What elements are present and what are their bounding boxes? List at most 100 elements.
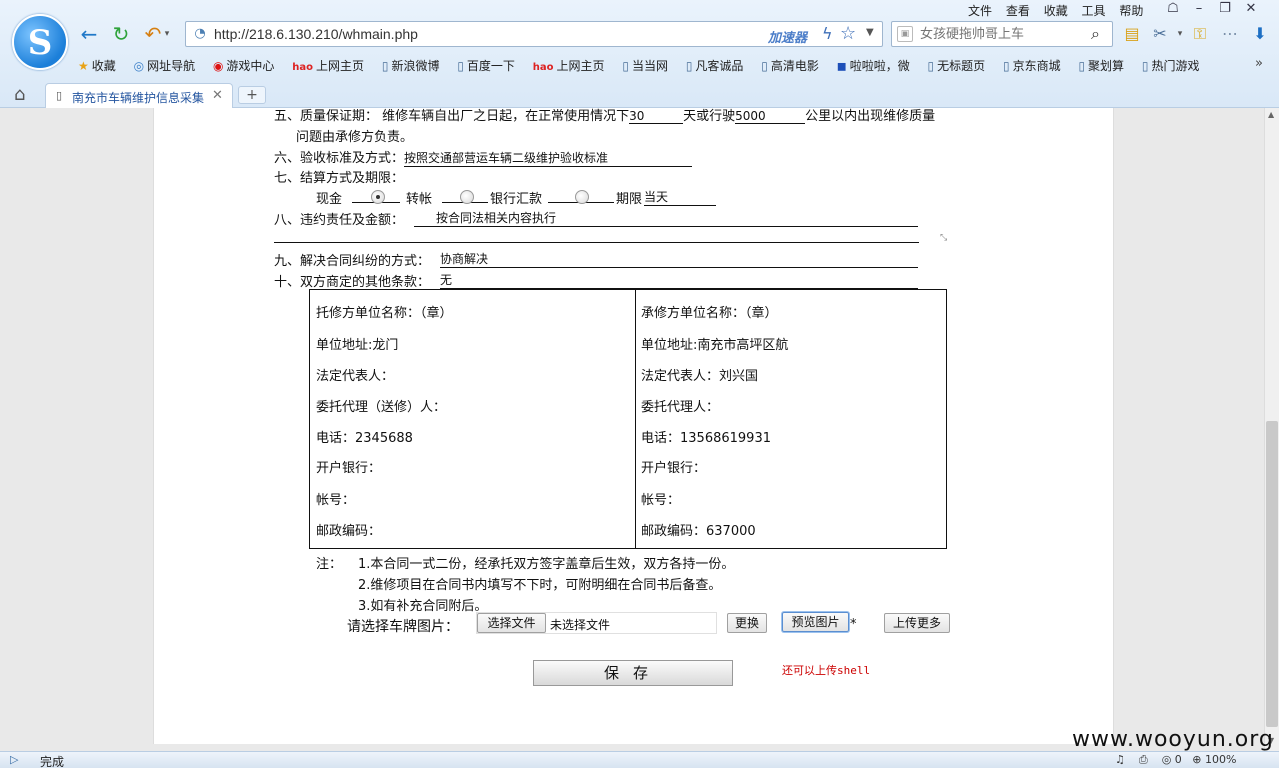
scrollbar-thumb[interactable] (1266, 421, 1278, 727)
window-controls: ☖ – ❐ ✕ (1160, 1, 1264, 16)
bookmark-weibo[interactable]: ▯ 新浪微博 (382, 56, 440, 76)
menu-item-tools[interactable]: 工具 (1082, 2, 1106, 19)
warranty-km-field[interactable]: 5000 (735, 109, 806, 124)
other-terms-field[interactable]: 无 (440, 271, 918, 289)
volume-icon[interactable]: ♫ (1115, 753, 1125, 766)
search-icon[interactable]: ⌕ (1091, 24, 1100, 44)
menu-item-help[interactable]: 帮助 (1119, 2, 1143, 19)
menu-item-file[interactable]: 文件 (968, 2, 992, 19)
clause-5: 五、质量保证期： 维修车辆自出厂之日起，在正常使用情况下30 天或行驶5000 公里… (274, 109, 936, 124)
page-icon: ▯ (457, 59, 464, 73)
bookmark-hd-movies[interactable]: ▯ 高清电影 (761, 56, 819, 76)
scissors-dropdown-icon[interactable]: ▾ (1170, 24, 1190, 44)
choose-file-button[interactable]: 选择文件 (477, 613, 546, 633)
download-icon[interactable]: ⬇ (1250, 24, 1270, 44)
hao-icon: hao (532, 62, 554, 73)
liability-textarea-underline (274, 242, 919, 243)
vertical-scrollbar[interactable]: ▲ ▼ (1264, 108, 1279, 751)
replace-button[interactable]: 更换 (727, 613, 767, 633)
favorite-star-icon[interactable]: ☆ (840, 23, 856, 44)
pay-term-field-wrap: 当天 (644, 188, 716, 206)
close-window-icon[interactable]: ✕ (1238, 1, 1264, 16)
bookmark-hao-home[interactable]: hao 上网主页 (292, 56, 364, 76)
client-phone: 电话：2345688 (316, 431, 413, 446)
repairer-address: 单位地址:南充市高坪区航 (641, 338, 789, 353)
bookmark-hot-games[interactable]: ▯ 热门游戏 (1142, 56, 1200, 76)
key-icon[interactable]: ⚿ (1190, 24, 1210, 44)
bookmark-game-center[interactable]: ◉ 游戏中心 (213, 56, 275, 76)
textarea-resize-icon[interactable]: ⤡ (940, 233, 947, 243)
paw-icon: ◼ (836, 59, 847, 73)
clause-10-label: 十、双方商定的其他条款： (274, 275, 431, 290)
address-bar[interactable]: ◔ http://218.6.130.210/whmain.php 加速器 ϟ … (185, 21, 883, 47)
menu-item-favorites[interactable]: 收藏 (1044, 2, 1068, 19)
pay-transfer-label: 转帐 (406, 192, 433, 207)
bookmark-untitled[interactable]: ▯ 无标题页 (928, 56, 986, 76)
liability-field[interactable]: 按合同法相关内容执行 (414, 209, 918, 227)
status-bar: ▷ 完成 ♫ ⎙ ◎ 0 ⊕ 100% (0, 751, 1279, 769)
clause-9-label: 九、解决合同纠纷的方式： (274, 254, 431, 269)
repairer-agent: 委托代理人： (641, 400, 720, 415)
liability-field-wrap: 按合同法相关内容执行 (414, 209, 918, 227)
menu-item-view[interactable]: 查看 (1006, 2, 1030, 19)
scroll-up-icon[interactable]: ▲ (1268, 110, 1274, 119)
back-arrow-icon[interactable]: ← (78, 23, 100, 45)
pay-transfer-radio[interactable] (460, 190, 474, 204)
printer-icon[interactable]: ⎙ (1139, 753, 1148, 766)
new-tab-button[interactable]: + (238, 86, 266, 104)
address-dropdown-icon[interactable]: ▼ (866, 27, 874, 38)
search-engine-icon[interactable]: ▣ (897, 26, 913, 42)
acceptance-standard-field[interactable]: 按照交通部营运车辆二级维护验收标准 (404, 149, 693, 167)
note-1: 1.本合同一式二份，经承托双方签字盖章后生效，双方各持一份。 (358, 557, 735, 572)
blocked-count: 0 (1174, 753, 1182, 766)
zoom-level[interactable]: 100% (1205, 753, 1236, 766)
repairer-bank: 开户银行： (641, 461, 707, 476)
undo-dropdown-icon[interactable]: ▾ (162, 23, 172, 45)
repairer-postcode: 邮政编码：637000 (641, 524, 756, 539)
restore-icon[interactable]: ❐ (1212, 1, 1238, 16)
bookmark-dangdang[interactable]: ▯ 当当网 (622, 56, 668, 76)
upload-more-button[interactable]: 上传更多 (884, 613, 950, 633)
clause-5-line2: 问题由承修方负责。 (296, 130, 414, 145)
pay-term-field[interactable]: 当天 (644, 188, 716, 206)
url-text[interactable]: http://218.6.130.210/whmain.php (214, 26, 418, 42)
bookmark-nav[interactable]: ◎ 网址导航 (134, 56, 196, 76)
page-icon: ▯ (622, 59, 629, 73)
lightning-icon[interactable]: ϟ (822, 24, 833, 43)
page-icon: ▯ (381, 59, 389, 73)
bookmark-vancl[interactable]: ▯ 凡客诚品 (686, 56, 744, 76)
pay-cash-radio[interactable] (371, 190, 385, 204)
close-tab-icon[interactable]: ✕ (212, 88, 223, 103)
required-star: * (850, 617, 857, 632)
warranty-days-field[interactable]: 30 (629, 109, 684, 124)
undo-icon[interactable]: ↶ (142, 23, 164, 45)
preview-image-button[interactable]: 预览图片 (782, 612, 849, 632)
sogou-browser-logo[interactable]: S (12, 14, 68, 70)
security-shield-icon: ◔ (194, 26, 206, 41)
reload-icon[interactable]: ↻ (110, 23, 132, 45)
bookmark-lalala[interactable]: ◼ 啦啦啦，微 (837, 56, 910, 76)
sidebar-toggle-icon[interactable]: ▷ (10, 753, 18, 766)
search-input[interactable] (920, 25, 1090, 43)
bookmark-jd[interactable]: ▯ 京东商城 (1003, 56, 1061, 76)
bookmark-hao-home-2[interactable]: hao 上网主页 (533, 56, 605, 76)
client-name: 托修方单位名称：（章） (316, 306, 453, 321)
dispute-field[interactable]: 协商解决 (440, 250, 918, 268)
home-icon[interactable]: ⌂ (14, 84, 25, 105)
pay-bank-radio[interactable] (575, 190, 589, 204)
bookmarks-more-icon[interactable]: » (1255, 56, 1263, 71)
scissors-icon[interactable]: ✂ (1150, 24, 1170, 44)
minimize-icon[interactable]: – (1186, 1, 1212, 16)
zoom-icon[interactable]: ⊕ (1192, 753, 1201, 766)
tab-active[interactable]: ▯ 南充市车辆维护信息采集 ✕ (45, 83, 233, 108)
accelerator-label[interactable]: 加速器 (768, 27, 807, 46)
extension-icon[interactable]: ▤ (1122, 24, 1142, 44)
save-button[interactable]: 保存 (533, 660, 733, 686)
bookmark-favorites[interactable]: ★ 收藏 (78, 56, 116, 76)
search-box[interactable]: ▣ ⌕ (891, 21, 1113, 47)
adblock-icon[interactable]: ◎ (1162, 753, 1172, 766)
bookmark-baidu[interactable]: ▯ 百度一下 (457, 56, 515, 76)
more-dots-icon[interactable]: ⋯ (1220, 24, 1240, 44)
bookmark-juhuasuan[interactable]: ▯ 聚划算 (1078, 56, 1124, 76)
skin-shirt-icon[interactable]: ☖ (1160, 1, 1186, 16)
